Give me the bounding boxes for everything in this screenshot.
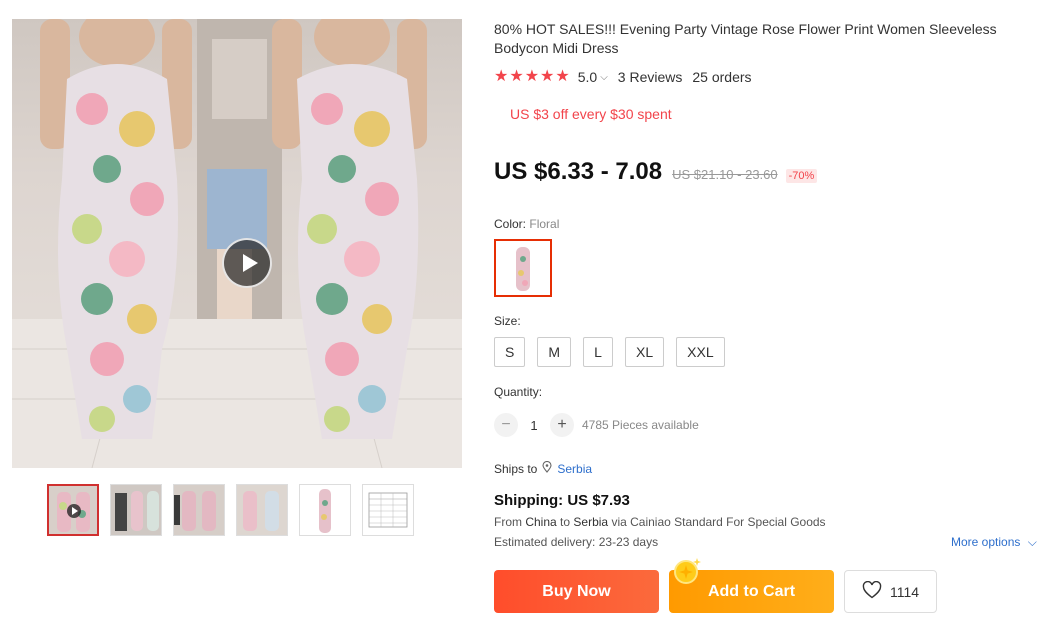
size-option-l[interactable]: L bbox=[583, 337, 614, 367]
chevron-down-icon: ⌵ bbox=[1027, 535, 1037, 549]
size-option-xl[interactable]: XL bbox=[625, 337, 665, 367]
star-icon: ★ bbox=[509, 68, 524, 85]
to-country: Serbia bbox=[573, 515, 609, 529]
from-country: China bbox=[525, 515, 557, 529]
original-price: US $21.10 - 23.60 bbox=[672, 167, 778, 182]
color-value: Floral bbox=[529, 217, 560, 231]
quantity-stepper: − 1 + 4785 Pieces available bbox=[494, 413, 699, 437]
quantity-label: Quantity: bbox=[494, 385, 543, 399]
thumbnail-4[interactable] bbox=[236, 484, 288, 536]
color-label: Color: bbox=[494, 217, 527, 231]
reviews-link[interactable]: 3 Reviews bbox=[618, 69, 683, 85]
swatch-image bbox=[496, 241, 550, 295]
thumbnail-image bbox=[300, 485, 350, 535]
thumbnail-image bbox=[174, 485, 224, 535]
star-icon: ★ bbox=[524, 68, 540, 85]
main-product-image[interactable] bbox=[12, 19, 462, 468]
shipping-method: via Cainiao Standard For Special Goods bbox=[611, 515, 826, 529]
promo-coupon[interactable]: US $3 off every $30 spent bbox=[510, 106, 672, 122]
quantity-value[interactable]: 1 bbox=[518, 418, 550, 433]
ships-to-label: Ships to bbox=[494, 461, 538, 476]
size-selector: S M L XL XXL bbox=[494, 337, 725, 367]
ship-country-selector[interactable]: Serbia bbox=[557, 462, 592, 476]
star-icon: ★ bbox=[555, 68, 570, 85]
size-chart-image bbox=[363, 485, 413, 535]
pieces-available: 4785 Pieces available bbox=[582, 418, 699, 432]
thumbnail-strip bbox=[47, 484, 414, 536]
price-row: US $6.33 - 7.08 US $21.10 - 23.60 -70% bbox=[494, 158, 818, 186]
wishlist-button[interactable]: 1114 bbox=[844, 570, 937, 613]
size-option-s[interactable]: S bbox=[494, 337, 526, 367]
heart-icon bbox=[862, 580, 882, 602]
from-prefix: From bbox=[494, 515, 522, 529]
shipping-cost: Shipping: US $7.93 bbox=[494, 492, 630, 509]
size-label: Size: bbox=[494, 314, 521, 328]
wishlist-count: 1114 bbox=[889, 583, 920, 600]
delivery-label: Estimated delivery: bbox=[494, 535, 596, 549]
chevron-down-icon[interactable]: ⌵ bbox=[600, 72, 608, 83]
rating-value[interactable]: 5.0 bbox=[578, 69, 597, 85]
thumbnail-size-chart[interactable] bbox=[362, 484, 414, 536]
thumbnail-video[interactable] bbox=[47, 484, 99, 536]
size-option-m[interactable]: M bbox=[537, 337, 572, 367]
delivery-value: 23-23 days bbox=[598, 535, 659, 549]
to-word: to bbox=[560, 515, 571, 529]
location-pin-icon bbox=[542, 460, 552, 476]
more-options-label: More options bbox=[951, 535, 1021, 549]
estimated-delivery: Estimated delivery: 23-23 days bbox=[494, 535, 658, 549]
color-label-row: Color: Floral bbox=[494, 217, 559, 231]
star-icon: ★ bbox=[540, 68, 555, 85]
quantity-minus-button[interactable]: − bbox=[494, 413, 518, 437]
thumbnail-image bbox=[111, 485, 161, 535]
star-rating: ★ ★ ★ ★ ★ bbox=[494, 69, 570, 85]
thumbnail-3[interactable] bbox=[173, 484, 225, 536]
orders-count: 25 orders bbox=[692, 69, 752, 85]
play-icon bbox=[67, 504, 81, 518]
more-shipping-options-link[interactable]: More options ⌵ bbox=[951, 535, 1037, 550]
quantity-plus-button[interactable]: + bbox=[550, 413, 574, 437]
star-icon: ★ bbox=[494, 68, 509, 85]
rating-row: ★ ★ ★ ★ ★ 5.0 ⌵ 3 Reviews 25 orders bbox=[494, 69, 752, 86]
shipping-route: From China to Serbia via Cainiao Standar… bbox=[494, 515, 826, 529]
play-video-button[interactable] bbox=[222, 238, 272, 288]
product-title: 80% HOT SALES!!! Evening Party Vintage R… bbox=[494, 21, 997, 56]
coin-sparkle-icon bbox=[674, 558, 701, 584]
ships-to-row: Ships to Serbia bbox=[494, 460, 592, 476]
size-option-xxl[interactable]: XXL bbox=[676, 337, 725, 367]
color-swatch-floral[interactable] bbox=[494, 239, 552, 297]
buy-now-button[interactable]: Buy Now bbox=[494, 570, 659, 613]
thumbnail-2[interactable] bbox=[110, 484, 162, 536]
thumbnail-5[interactable] bbox=[299, 484, 351, 536]
current-price: US $6.33 - 7.08 bbox=[494, 158, 663, 185]
thumbnail-image bbox=[237, 485, 287, 535]
discount-badge: -70% bbox=[785, 169, 818, 183]
